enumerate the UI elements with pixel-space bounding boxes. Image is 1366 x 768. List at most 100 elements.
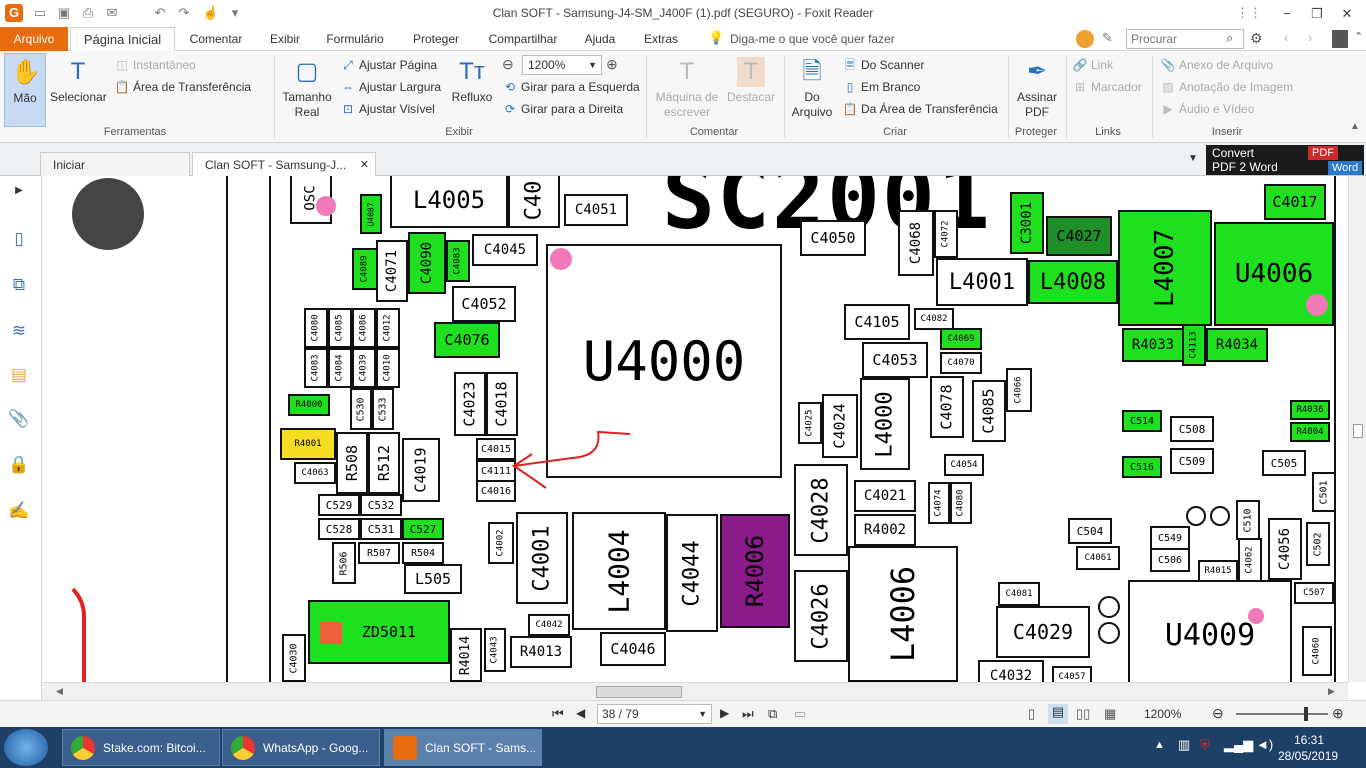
component[interactable]: C506 [1150,548,1190,572]
first-page-icon[interactable]: ⏮ [552,706,564,722]
menu-comment[interactable]: Comentar [180,27,252,51]
component[interactable]: R4000 [288,394,330,416]
continuous-facing-icon[interactable]: ▦ [1104,706,1116,722]
tray-network-icon[interactable]: ▥ [1178,737,1190,753]
component[interactable]: U4009 [1128,580,1292,682]
feedback-icon[interactable] [1076,30,1094,48]
component[interactable]: C4032 [978,660,1044,682]
typewriter-button[interactable]: T Máquina de escrever [650,53,724,127]
signature-icon[interactable]: ✍ [8,500,30,522]
zoom-level[interactable]: 1200% [1144,707,1181,721]
component[interactable]: C4029 [996,606,1090,658]
scroll-thumb[interactable] [596,686,682,698]
component[interactable]: R507 [358,542,400,564]
comments-icon[interactable]: ▤ [8,364,30,386]
component[interactable]: R4013 [510,636,572,668]
component[interactable]: R4034 [1206,328,1268,362]
tab-list-icon[interactable]: ▼ [1188,153,1198,164]
zoom-slider[interactable] [1236,713,1328,715]
component[interactable]: C4002 [488,522,514,564]
component[interactable]: L4000 [860,378,910,470]
select-tool-button[interactable]: T Selecionar [50,53,107,127]
image-annotation-button[interactable]: ▨ Anotação de Imagem [1160,77,1293,97]
component[interactable]: C4069 [940,328,982,350]
component[interactable]: C514 [1122,410,1162,432]
menu-help[interactable]: Ajuda [578,27,622,51]
zoom-out-icon[interactable]: ⊖ [502,56,514,73]
component[interactable]: L4008 [1028,260,1118,304]
scroll-thumb[interactable] [1353,424,1363,438]
component[interactable]: U4087 [360,194,382,234]
zoom-slider-thumb[interactable] [1304,707,1308,721]
from-scanner-button[interactable]: 🗏 Do Scanner [842,55,924,75]
component[interactable]: C4028 [794,464,848,556]
component[interactable]: C4072 [934,210,958,258]
from-clipboard-button[interactable]: 📋 Da Área de Transferência [842,99,998,119]
component[interactable]: C4024 [822,394,858,458]
component[interactable]: C4026 [794,570,848,662]
next-page-icon[interactable]: ▶ [720,706,729,720]
bookmarks-icon[interactable]: ▯ [8,228,30,250]
component[interactable]: ZD5011 [308,600,450,664]
component[interactable]: C4068 [898,210,934,276]
component[interactable]: L4004 [572,512,666,630]
ribbon-scroll-icon[interactable]: ▲ [1350,121,1360,132]
expand-panel-icon[interactable]: ▶ [8,180,30,202]
menu-view[interactable]: Exibir [260,27,310,51]
component[interactable]: C527 [402,518,444,540]
extract-page-icon[interactable]: ⧉ [768,706,777,722]
last-page-icon[interactable]: ⏭ [742,706,754,722]
component[interactable]: C4030 [282,634,306,682]
component[interactable]: C4082 [914,308,954,330]
facing-page-icon[interactable]: ▯▯ [1076,706,1090,722]
audio-video-button[interactable]: ▶ Áudio e Vídeo [1160,99,1254,119]
component[interactable]: R4006 [720,514,790,628]
attachment-button[interactable]: 📎 Anexo de Arquivo [1160,55,1274,75]
component[interactable]: R4004 [1290,422,1330,442]
component[interactable]: C4085 [972,380,1006,442]
component[interactable]: C4078 [930,376,964,438]
component[interactable]: C4051 [564,194,628,226]
component[interactable]: C4021 [854,480,916,512]
component[interactable]: C4010 [376,348,400,388]
actual-size-button[interactable]: ▢ Tamanho Real [278,53,336,127]
single-page-icon[interactable]: ▯ [1028,706,1035,722]
component[interactable]: C4089 [352,248,378,290]
blank-button[interactable]: ▯ Em Branco [842,77,921,97]
component[interactable]: C4050 [800,220,866,256]
tab-document[interactable]: Clan SOFT - Samsung-J... ✕ [192,152,376,176]
tell-me-input[interactable]: Diga-me o que você quer fazer [730,27,930,51]
tab-start[interactable]: Iniciar [40,152,190,176]
component[interactable]: C505 [1262,450,1306,476]
grid-icon[interactable]: ⋮⋮ [1236,4,1262,22]
component[interactable]: C531 [360,518,402,540]
menu-share[interactable]: Compartilhar [480,27,566,51]
component[interactable]: L4005 [390,176,508,228]
prev-page-icon[interactable]: ◀ [576,706,585,720]
component[interactable]: C4001 [516,512,568,604]
component[interactable]: R4015 [1198,560,1238,582]
component[interactable]: L4007 [1118,210,1212,326]
component[interactable]: C4083 [304,348,328,388]
fit-page-button[interactable]: ⤢ Ajustar Página [340,55,437,75]
component[interactable]: C4052 [452,286,516,322]
rotate-left-button[interactable]: ⟲ Girar para a Esquerda [502,77,640,97]
layers-icon[interactable]: ≋ [8,320,30,342]
component[interactable]: R504 [402,542,444,564]
component[interactable]: C4074 [928,482,950,524]
clock-time[interactable]: 16:31 [1294,733,1324,747]
tray-signal-icon[interactable]: ▂▄▆ [1224,737,1253,753]
user-icon[interactable] [1332,30,1348,48]
component[interactable]: R4014 [450,628,482,682]
menu-extras[interactable]: Extras [634,27,688,51]
component[interactable]: C516 [1122,456,1162,478]
component[interactable]: C40 [508,176,560,228]
horizontal-scrollbar[interactable]: ◀ ▶ [42,682,1348,700]
zoom-in-icon[interactable]: ⊕ [606,56,618,73]
component[interactable]: C504 [1068,518,1112,544]
page-input[interactable]: 38 / 79 ▼ [597,704,712,724]
component[interactable]: C507 [1294,582,1334,604]
taskbar-item-foxit[interactable]: Clan SOFT - Sams... [384,729,542,766]
component[interactable]: C4062 [1238,538,1262,582]
component[interactable]: C4056 [1268,518,1302,580]
